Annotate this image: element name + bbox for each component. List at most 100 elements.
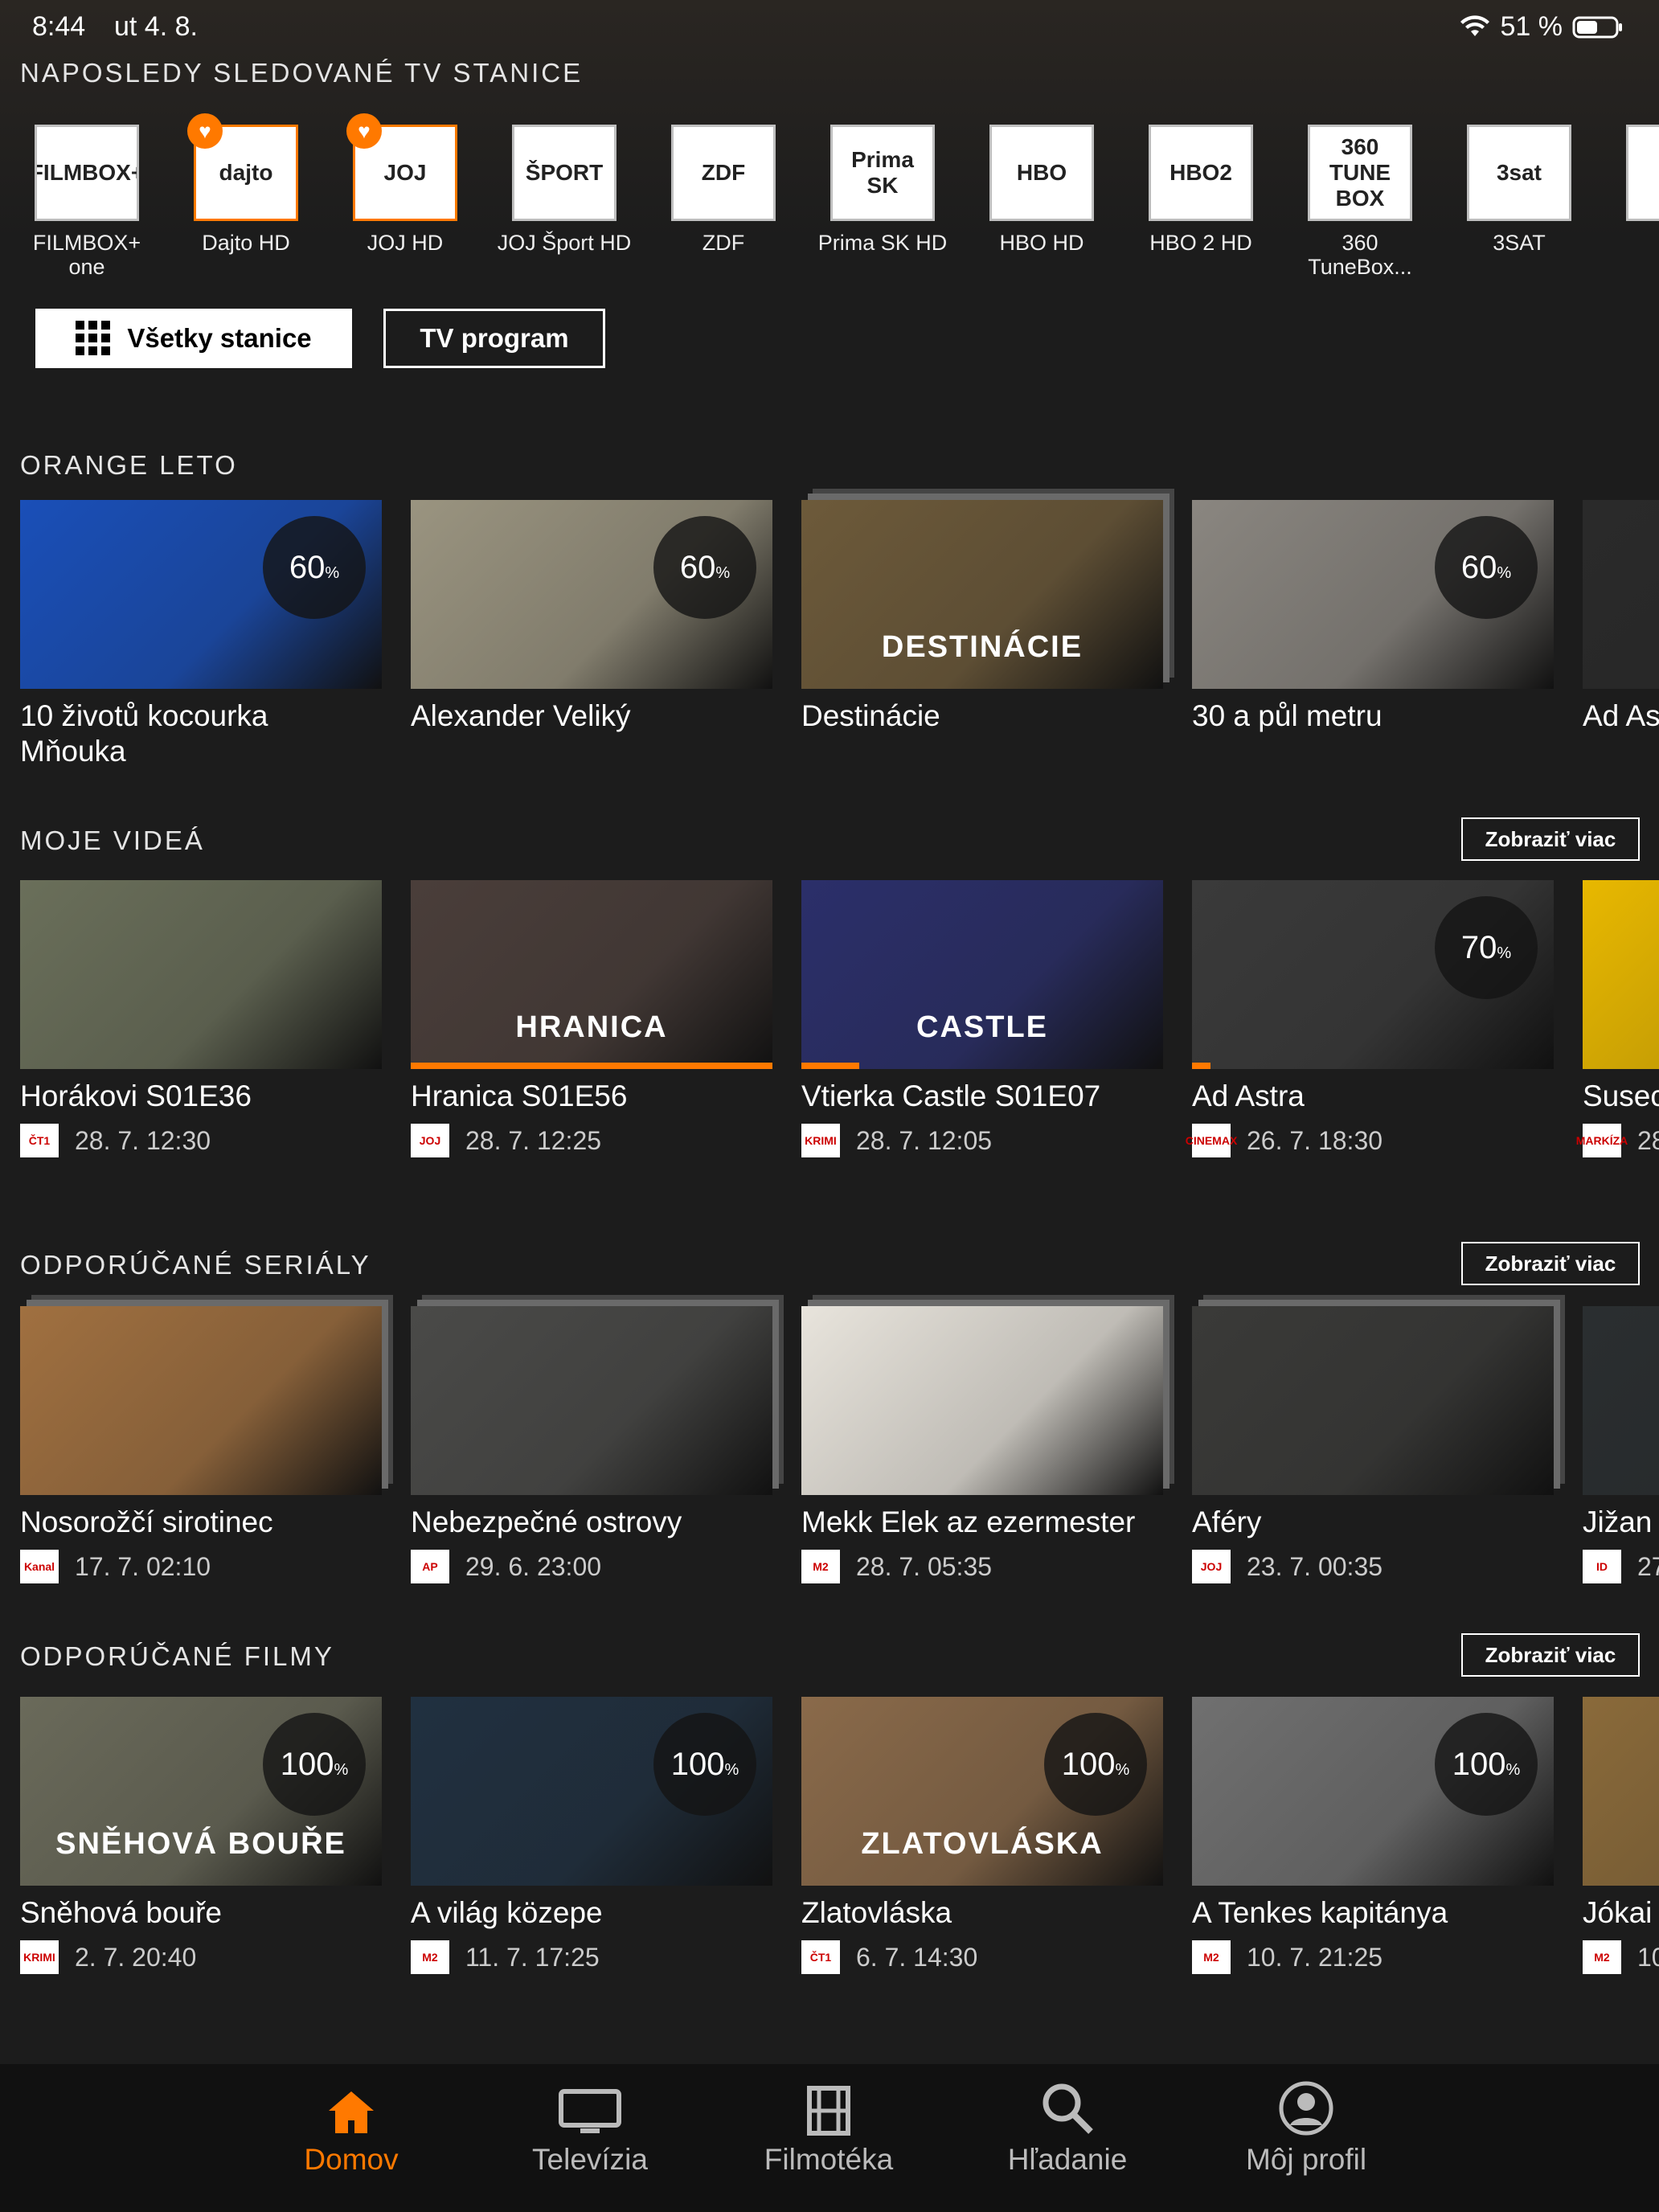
- all-stations-button[interactable]: Všetky stanice: [35, 309, 352, 368]
- channel-logo: M2: [1583, 1940, 1621, 1974]
- station-item[interactable]: 3sat 3SAT: [1451, 125, 1587, 255]
- station-item[interactable]: Prima SK Prima SK HD: [814, 125, 951, 255]
- station-logo: 360 TUNE BOX: [1308, 125, 1412, 221]
- show-more-button[interactable]: Zobraziť viac: [1461, 1633, 1640, 1677]
- station-name: 360 TuneBox...: [1308, 231, 1412, 279]
- content-card[interactable]: Nosorožčí sirotinec Kanal 17. 7. 02:10: [20, 1306, 382, 1583]
- card-meta: MARKÍZA 28: [1576, 1124, 1659, 1157]
- card-thumbnail: HRANICA: [411, 880, 772, 1069]
- broadcast-time: 27: [1637, 1551, 1659, 1581]
- nav-tv[interactable]: Televízia: [469, 2064, 711, 2177]
- channel-logo: ID: [1583, 1550, 1621, 1583]
- card-title: Jižan: [1583, 1505, 1653, 1538]
- content-card[interactable]: 60% 30 a půl metru: [1192, 500, 1554, 734]
- content-card[interactable]: 60% Alexander Veliký: [411, 500, 772, 734]
- recent-stations-row: FILMBOX+ FILMBOX+ one ♥ dajto Dajto HD ♥ JOJ JO…: [0, 113, 1659, 293]
- discount-badge: 60%: [653, 516, 756, 619]
- discount-badge: 70%: [1435, 896, 1538, 999]
- nav-label: Televízia: [532, 2143, 648, 2176]
- content-card[interactable]: CASTLE Vtierka Castle S01E07 KRIMI 28. 7. 1…: [801, 880, 1163, 1157]
- battery-percent: 51 %: [1500, 11, 1563, 42]
- watch-progress-bar: [1192, 1063, 1210, 1069]
- date: ut 4. 8.: [114, 11, 198, 42]
- nav-film[interactable]: Filmotéka: [708, 2064, 949, 2177]
- content-card[interactable]: Jižan ID 27: [1583, 1306, 1659, 1583]
- station-logo: FILMBOX+: [35, 125, 139, 221]
- status-right: 51 %: [1459, 11, 1624, 43]
- tv-program-button[interactable]: TV program: [383, 309, 605, 368]
- content-card[interactable]: 60% 10 životů kocourka Mňouka: [20, 500, 382, 769]
- discount-badge: 100%: [263, 1713, 366, 1816]
- all-stations-label: Všetky stanice: [127, 323, 312, 353]
- content-card[interactable]: Ad As: [1583, 500, 1659, 734]
- nav-label: Filmotéka: [764, 2143, 894, 2176]
- station-item[interactable]: ♥ dajto Dajto HD: [178, 113, 314, 255]
- content-card[interactable]: Mekk Elek az ezermester M2 28. 7. 05:35: [801, 1306, 1163, 1583]
- station-item[interactable]: ŠPORT JOJ Šport HD: [496, 125, 633, 255]
- station-logo-text: HBO2: [1169, 160, 1232, 185]
- content-card[interactable]: Jókai grófja M2 10: [1583, 1697, 1659, 1974]
- nav-label: Môj profil: [1245, 2143, 1367, 2176]
- content-card[interactable]: HRANICA Hranica S01E56 JOJ 28. 7. 12:25: [411, 880, 772, 1157]
- content-card[interactable]: Aféry JOJ 23. 7. 00:35: [1192, 1306, 1554, 1583]
- broadcast-time: 29. 6. 23:00: [465, 1551, 602, 1581]
- station-item[interactable]: ♥ JOJ JOJ HD: [337, 113, 473, 255]
- card-thumbnail: CASTLE: [801, 880, 1163, 1069]
- station-name: HBO 2 HD: [1149, 231, 1252, 255]
- station-item[interactable]: am AM: [1610, 125, 1659, 255]
- discount-badge: 60%: [263, 516, 366, 619]
- card-meta: ID 27: [1583, 1550, 1659, 1583]
- station-name: Prima SK HD: [817, 231, 948, 255]
- nav-profile[interactable]: Môj profil: [1186, 2064, 1427, 2177]
- broadcast-time: 17. 7. 02:10: [75, 1551, 211, 1581]
- card-meta: AP 29. 6. 23:00: [411, 1550, 772, 1583]
- card-meta: KRIMI 2. 7. 20:40: [20, 1940, 382, 1974]
- card-title: Alexander Veliký: [411, 699, 631, 732]
- tv-icon: [469, 2064, 711, 2136]
- discount-badge: 100%: [1044, 1713, 1147, 1816]
- station-item[interactable]: 360 TUNE BOX 360 TuneBox...: [1292, 125, 1428, 279]
- station-logo: 3sat: [1467, 125, 1571, 221]
- station-item[interactable]: HBO HBO HD: [973, 125, 1110, 255]
- station-item[interactable]: FILMBOX+ FILMBOX+ one: [18, 125, 155, 279]
- station-name: JOJ HD: [367, 231, 444, 255]
- card-thumbnail: [20, 1306, 382, 1495]
- nav-search[interactable]: Hľadanie: [947, 2064, 1188, 2177]
- content-card[interactable]: SNĚHOVÁ BOUŘE 100% Sněhová bouře KRIMI 2. 7.…: [20, 1697, 382, 1974]
- station-name: ZDF: [702, 231, 745, 255]
- content-card[interactable]: Susec MARKÍZA 28: [1576, 880, 1659, 1157]
- station-name: AM: [1610, 231, 1659, 255]
- card-title: Ad Astra: [1192, 1079, 1305, 1112]
- app-root: 8:44 ut 4. 8. 51 % NAPOSLEDY SLEDOVANÉ T…: [0, 0, 1659, 2212]
- card-thumbnail: [1583, 880, 1659, 1069]
- show-more-button[interactable]: Zobraziť viac: [1461, 1242, 1640, 1285]
- discount-badge: 100%: [1435, 1713, 1538, 1816]
- station-name: 3SAT: [1493, 231, 1546, 255]
- station-item[interactable]: HBO2 HBO 2 HD: [1133, 125, 1269, 255]
- show-more-button[interactable]: Zobraziť viac: [1461, 817, 1640, 861]
- content-card[interactable]: 70% Ad Astra CINEMAX 26. 7. 18:30: [1186, 880, 1554, 1157]
- nav-home[interactable]: Domov: [231, 2064, 472, 2177]
- broadcast-time: 10: [1637, 1942, 1659, 1972]
- station-item[interactable]: ZDF ZDF: [655, 125, 792, 255]
- clock: 8:44: [32, 11, 86, 42]
- card-thumbnail: [801, 1306, 1163, 1495]
- card-title: Susec: [1583, 1079, 1659, 1112]
- channel-logo: CINEMAX: [1186, 1124, 1237, 1157]
- content-card[interactable]: DESTINÁCIE Destinácie: [801, 500, 1163, 734]
- channel-logo: JOJ: [411, 1124, 449, 1157]
- broadcast-time: 28. 7. 12:05: [856, 1125, 993, 1155]
- card-thumbnail: [1583, 1697, 1659, 1886]
- card-meta: M2 10: [1583, 1940, 1659, 1974]
- content-card[interactable]: 100% A világ közepe M2 11. 7. 17:25: [411, 1697, 772, 1974]
- section-title: ODPORÚČANÉ SERIÁLY: [20, 1250, 371, 1280]
- discount-badge: 100%: [653, 1713, 756, 1816]
- channel-logo: AP: [411, 1550, 449, 1583]
- content-card[interactable]: 100% A Tenkes kapitánya M2 10. 7. 21:25: [1192, 1697, 1554, 1974]
- content-card[interactable]: ZLATOVLÁSKA 100% Zlatovláska ČT1 6. 7. 14:30: [801, 1697, 1163, 1974]
- card-title: Vtierka Castle S01E07: [801, 1079, 1101, 1112]
- content-card[interactable]: Nebezpečné ostrovy AP 29. 6. 23:00: [411, 1306, 772, 1583]
- card-meta: M2 28. 7. 05:35: [801, 1550, 1163, 1583]
- card-thumbnail: [1192, 1306, 1554, 1495]
- content-card[interactable]: Horákovi S01E36 ČT1 28. 7. 12:30: [20, 880, 382, 1157]
